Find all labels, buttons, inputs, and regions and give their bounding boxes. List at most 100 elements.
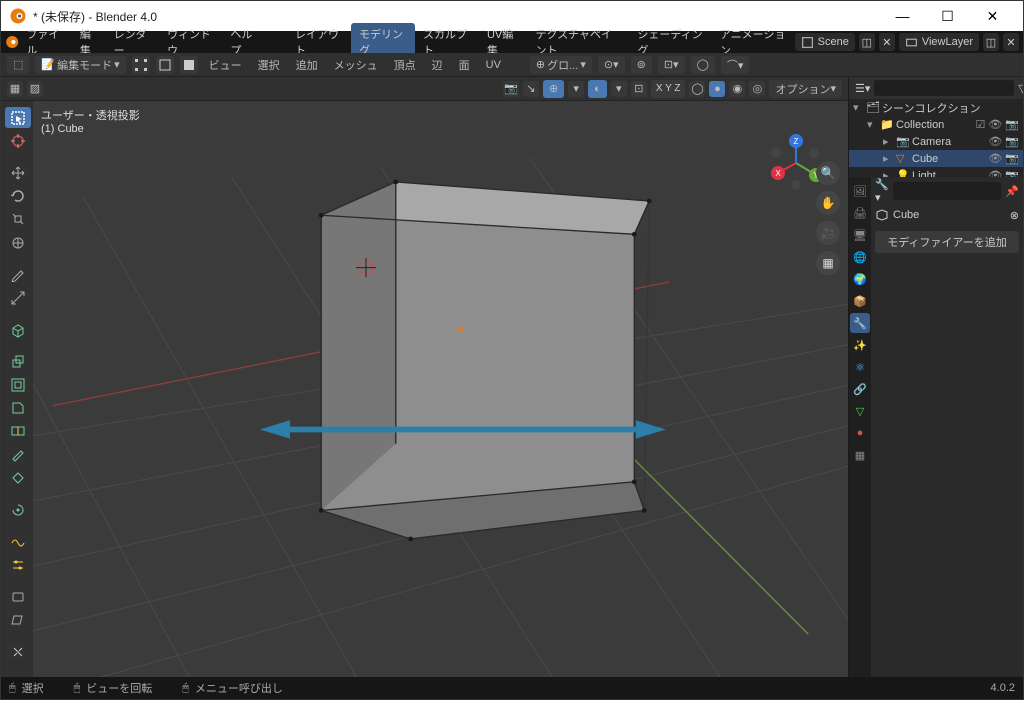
gizmo-dropdown-icon[interactable]: ▾ [568, 81, 584, 97]
prop-tab-mesh[interactable]: ▽ [850, 401, 870, 421]
prop-tab-world[interactable]: 🌍 [850, 269, 870, 289]
menu-face[interactable]: 面 [454, 57, 475, 73]
maximize-button[interactable]: ☐ [925, 1, 970, 31]
tool-annotate[interactable] [5, 264, 31, 285]
tool-transform[interactable] [5, 232, 31, 253]
close-button[interactable]: ✕ [970, 1, 1015, 31]
prop-tab-modifier[interactable]: 🔧 [850, 313, 870, 333]
props-tool-icon[interactable]: 🔧▾ [875, 178, 889, 204]
overlays-dropdown-icon[interactable]: ▾ [611, 81, 627, 97]
shading-rendered-icon[interactable]: ◎ [749, 81, 765, 97]
scene-close-icon[interactable]: ✕ [879, 33, 895, 51]
pan-icon[interactable]: ✋ [816, 191, 840, 215]
editor-type-icon[interactable]: ⬚ [7, 56, 29, 74]
tool-add-cube[interactable] [5, 319, 31, 340]
outliner-scene-collection[interactable]: シーンコレクション [882, 100, 980, 116]
shading-solid-icon[interactable]: ● [709, 81, 725, 97]
proportional-icon[interactable]: ◯ [691, 56, 715, 74]
menu-uv[interactable]: UV [481, 59, 506, 71]
prop-tab-physics[interactable]: ⚛ [850, 357, 870, 377]
menu-edge[interactable]: 辺 [427, 57, 448, 73]
tool-inset[interactable] [5, 374, 31, 395]
xray-icon[interactable]: ⊡ [631, 81, 647, 97]
prop-tab-viewlayer[interactable]: 🖥 [850, 225, 870, 245]
tool-cursor[interactable] [5, 130, 31, 151]
zoom-icon[interactable]: 🔍 [816, 161, 840, 185]
prop-tab-output[interactable]: 🖨 [850, 203, 870, 223]
viewport-label: ユーザー・透視投影 (1) Cube [41, 107, 140, 135]
camera-view-icon[interactable]: 📷 [503, 81, 519, 97]
axis-restrict[interactable]: X Y Z [651, 80, 686, 98]
viewlayer-copy-icon[interactable]: ◫ [983, 33, 999, 51]
prop-tab-object[interactable]: 📦 [850, 291, 870, 311]
tool-spin[interactable] [5, 499, 31, 520]
minimize-button[interactable]: — [880, 1, 925, 31]
tool-shrink[interactable] [5, 586, 31, 607]
options-dropdown[interactable]: オプション ▾ [769, 80, 842, 98]
select-mode-verts[interactable] [132, 56, 150, 74]
outliner-cube[interactable]: Cube [912, 153, 938, 165]
tool-measure[interactable] [5, 287, 31, 308]
tool-bevel[interactable] [5, 397, 31, 418]
3d-viewport[interactable]: ユーザー・透視投影 (1) Cube X Y Z [33, 101, 848, 677]
prop-tab-scene[interactable]: 🌐 [850, 247, 870, 267]
tool-edge-slide[interactable] [5, 554, 31, 575]
gizmo-visible-icon[interactable]: ⊕ [543, 80, 564, 98]
tool-shear[interactable] [5, 609, 31, 630]
perspective-icon[interactable]: ▦ [816, 251, 840, 275]
add-modifier-button[interactable]: モディファイアーを追加 [875, 231, 1019, 253]
svg-text:X: X [775, 169, 781, 178]
select-mode-edge[interactable] [156, 56, 174, 74]
prop-tab-constraints[interactable]: 🔗 [850, 379, 870, 399]
viewport-svg [33, 101, 848, 677]
shading-wire-icon[interactable]: ◯ [689, 81, 705, 97]
pivot-icon[interactable]: ⊙▾ [598, 56, 625, 74]
props-search[interactable] [893, 182, 1001, 200]
overlays-icon[interactable]: ◐ [588, 80, 607, 98]
menu-mesh[interactable]: メッシュ [329, 57, 383, 73]
menu-select[interactable]: 選択 [253, 57, 285, 73]
prop-tab-particles[interactable]: ✨ [850, 335, 870, 355]
menu-view[interactable]: ビュー [204, 57, 247, 73]
camera-icon[interactable]: 🎥 [816, 221, 840, 245]
viewlayer-selector[interactable]: ViewLayer [899, 33, 979, 51]
menu-vertex[interactable]: 頂点 [389, 57, 421, 73]
tool-shelf [1, 101, 33, 677]
outliner-light[interactable]: Light [912, 170, 936, 178]
tool-move[interactable] [5, 162, 31, 183]
props-pin-item[interactable]: ⊗ [1010, 209, 1019, 222]
scene-copy-icon[interactable]: ◫ [859, 33, 875, 51]
outliner-camera[interactable]: Camera [912, 136, 951, 148]
outliner-collection[interactable]: Collection [896, 119, 944, 131]
filter-icon[interactable]: ▽ [1018, 82, 1023, 95]
arrow-icon[interactable]: ↘ [523, 81, 539, 97]
tool-rotate[interactable] [5, 185, 31, 206]
menu-add[interactable]: 追加 [291, 57, 323, 73]
tool-smooth[interactable] [5, 531, 31, 552]
snap-type-icon[interactable]: ⊡▾ [658, 56, 685, 74]
shading-matprev-icon[interactable]: ◉ [729, 81, 745, 97]
tool-select-box[interactable] [5, 107, 31, 128]
invert-icon[interactable]: ▨ [27, 81, 43, 97]
tool-loopcut[interactable] [5, 421, 31, 442]
tool-polybuild[interactable] [5, 467, 31, 488]
tool-rip[interactable] [5, 641, 31, 662]
select-mode-face[interactable] [180, 56, 198, 74]
outliner-search[interactable] [874, 80, 1014, 96]
prop-tab-render[interactable]: 🖼 [850, 181, 870, 201]
tool-knife[interactable] [5, 444, 31, 465]
mode-selector[interactable]: 📝 編集モード ▾ [35, 56, 125, 74]
scene-selector[interactable]: Scene [795, 33, 855, 51]
tool-scale[interactable] [5, 209, 31, 230]
select-all-icon[interactable]: ▦ [7, 81, 23, 97]
prop-tab-texture[interactable]: ▦ [850, 445, 870, 465]
snap-icon[interactable]: ⊚ [631, 56, 652, 74]
prop-tab-material[interactable]: ● [850, 423, 870, 443]
orientation-selector[interactable]: ⊕ グロ... ▾ [530, 56, 592, 74]
proportional-falloff-icon[interactable]: ⌒▾ [721, 56, 750, 74]
viewlayer-close-icon[interactable]: ✕ [1003, 33, 1019, 51]
props-pin-icon[interactable]: 📌 [1005, 185, 1019, 198]
tool-extrude[interactable] [5, 351, 31, 372]
outliner-type-icon[interactable]: ☰▾ [855, 82, 870, 95]
mouse-left-icon: 🖱 [9, 682, 16, 695]
